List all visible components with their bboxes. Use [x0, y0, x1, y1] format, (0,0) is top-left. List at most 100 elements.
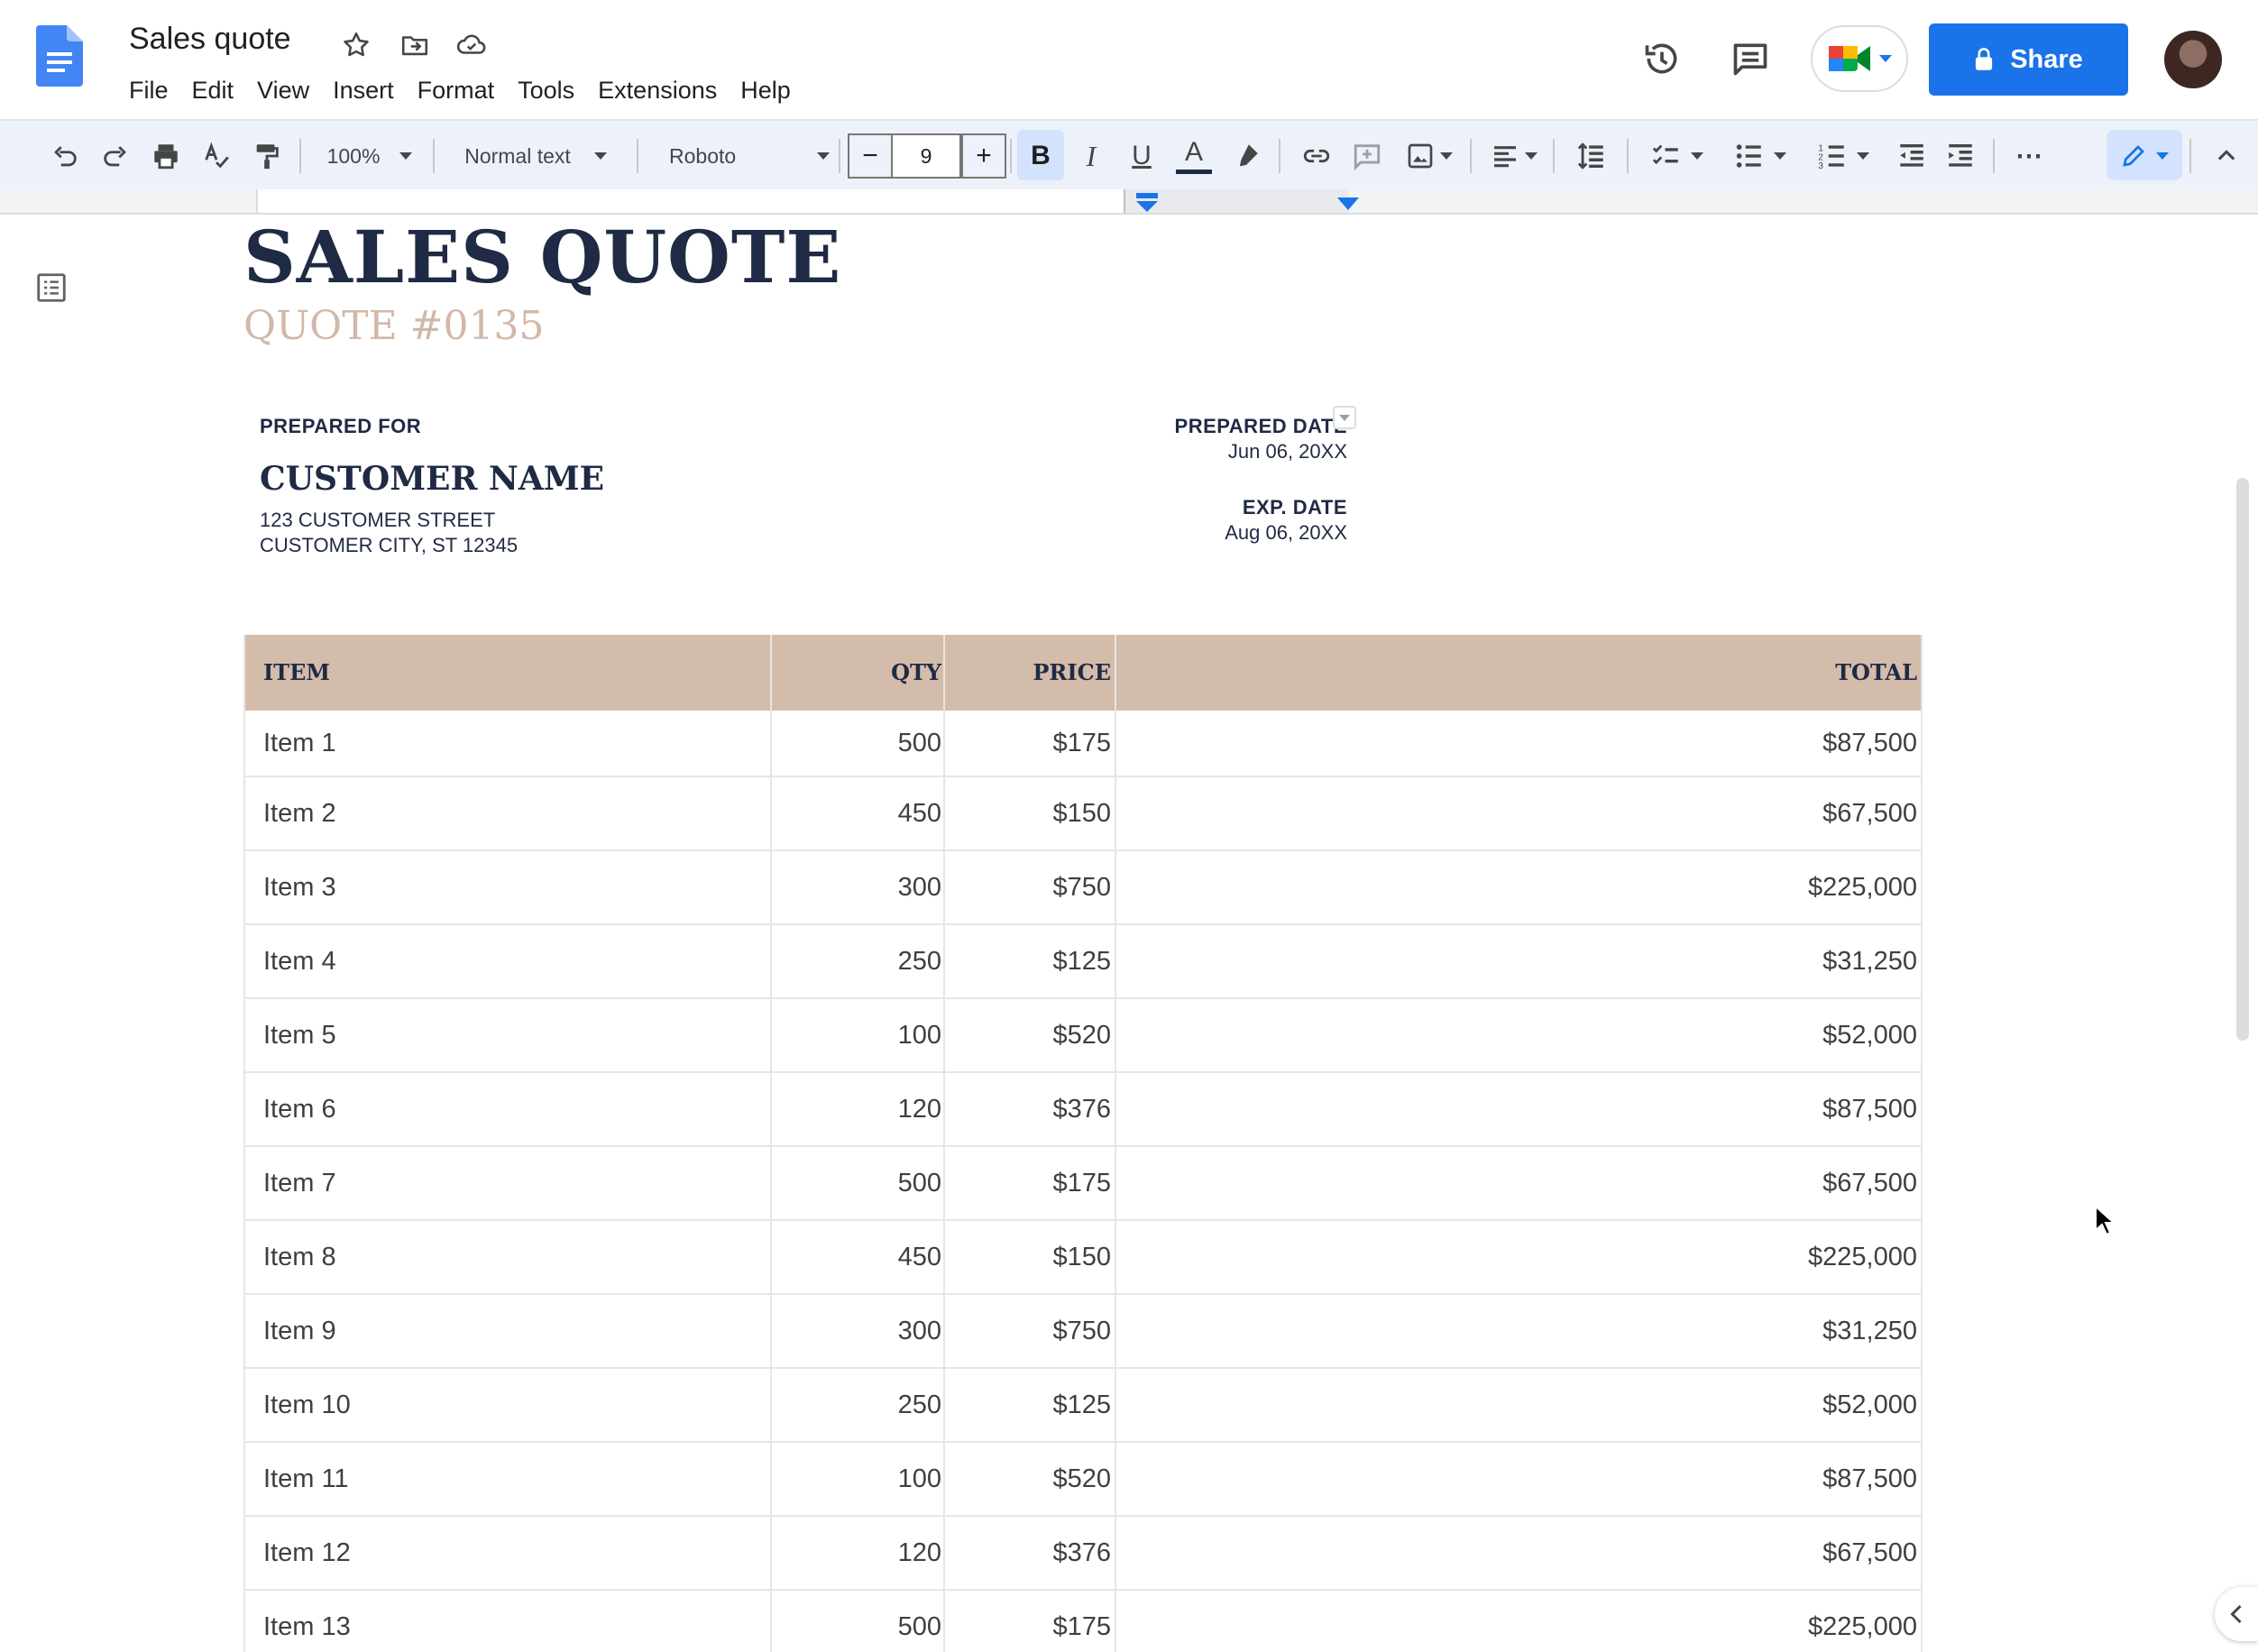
- image-icon[interactable]: [1398, 121, 1461, 191]
- numbered-list-icon[interactable]: 123: [1807, 121, 1879, 191]
- cell-total[interactable]: $87,500: [1822, 1464, 1917, 1494]
- cell-total[interactable]: $225,000: [1808, 873, 1917, 903]
- cell-item[interactable]: Item 8: [263, 1243, 336, 1272]
- cell-price[interactable]: $376: [1052, 1538, 1111, 1568]
- cell-price[interactable]: $175: [1052, 1612, 1111, 1642]
- table-row[interactable]: Item 10 250 $125 $52,000: [243, 1369, 1923, 1443]
- side-panel-toggle[interactable]: [2215, 1587, 2258, 1641]
- document-title[interactable]: Sales quote: [129, 22, 291, 57]
- table-row[interactable]: Item 2 450 $150 $67,500: [243, 777, 1923, 851]
- cell-qty[interactable]: 450: [898, 1243, 941, 1272]
- table-row[interactable]: Item 7 500 $175 $67,500: [243, 1147, 1923, 1221]
- cell-item[interactable]: Item 5: [263, 1021, 336, 1051]
- table-row[interactable]: Item 4 250 $125 $31,250: [243, 925, 1923, 999]
- exp-date-value[interactable]: Aug 06, 20XX: [1225, 521, 1347, 545]
- ruler[interactable]: [0, 189, 2258, 215]
- menu-help[interactable]: Help: [729, 72, 803, 108]
- cell-qty[interactable]: 100: [898, 1464, 941, 1494]
- paint-format-icon[interactable]: [247, 121, 287, 191]
- cell-qty[interactable]: 450: [898, 799, 941, 829]
- cell-item[interactable]: Item 4: [263, 947, 336, 977]
- cell-item[interactable]: Item 3: [263, 873, 336, 903]
- table-row[interactable]: Item 6 120 $376 $87,500: [243, 1073, 1923, 1147]
- collapse-toolbar-icon[interactable]: [2204, 121, 2249, 191]
- cell-item[interactable]: Item 11: [263, 1464, 349, 1494]
- link-icon[interactable]: [1293, 121, 1340, 191]
- cell-total[interactable]: $31,250: [1822, 947, 1917, 977]
- cell-qty[interactable]: 250: [898, 1390, 941, 1420]
- cell-qty[interactable]: 120: [898, 1538, 941, 1568]
- header-qty[interactable]: QTY: [891, 635, 941, 711]
- cell-total[interactable]: $67,500: [1822, 799, 1917, 829]
- prepared-date-label[interactable]: PREPARED DATE: [1175, 415, 1347, 438]
- text-color-button[interactable]: A: [1170, 121, 1217, 191]
- cell-qty[interactable]: 250: [898, 947, 941, 977]
- bullet-list-icon[interactable]: [1724, 121, 1796, 191]
- italic-button[interactable]: I: [1068, 121, 1115, 191]
- cell-total[interactable]: $67,500: [1822, 1538, 1917, 1568]
- vertical-scrollbar[interactable]: [2236, 478, 2249, 1041]
- document-heading[interactable]: SALES QUOTE: [243, 215, 841, 299]
- cell-qty[interactable]: 100: [898, 1021, 941, 1051]
- header-price[interactable]: PRICE: [1033, 635, 1111, 711]
- cell-qty[interactable]: 500: [898, 729, 941, 758]
- menu-edit[interactable]: Edit: [180, 72, 246, 108]
- prepared-date-value[interactable]: Jun 06, 20XX: [1228, 440, 1347, 463]
- table-row[interactable]: Item 9 300 $750 $31,250: [243, 1295, 1923, 1369]
- table-row[interactable]: Item 11 100 $520 $87,500: [243, 1443, 1923, 1517]
- prepared-for-label[interactable]: PREPARED FOR: [260, 415, 421, 438]
- dropdown-chip-icon[interactable]: [1333, 406, 1356, 429]
- share-button[interactable]: Share: [1929, 23, 2128, 96]
- menu-tools[interactable]: Tools: [506, 72, 586, 108]
- avatar[interactable]: [2164, 31, 2222, 88]
- cell-price[interactable]: $520: [1052, 1464, 1111, 1494]
- table-row[interactable]: Item 5 100 $520 $52,000: [243, 999, 1923, 1073]
- version-history-icon[interactable]: [1639, 36, 1684, 81]
- table-row[interactable]: Item 8 450 $150 $225,000: [243, 1221, 1923, 1295]
- cell-price[interactable]: $750: [1052, 873, 1111, 903]
- exp-date-label[interactable]: EXP. DATE: [1243, 496, 1347, 519]
- highlight-icon[interactable]: [1223, 121, 1270, 191]
- table-row[interactable]: Item 1 500 $175 $87,500: [243, 711, 1923, 777]
- quote-number[interactable]: QUOTE #0135: [243, 303, 545, 349]
- menu-insert[interactable]: Insert: [321, 72, 406, 108]
- document-page[interactable]: SALES QUOTE QUOTE #0135 PREPARED FOR CUS…: [0, 215, 2258, 1652]
- cell-total[interactable]: $225,000: [1808, 1243, 1917, 1272]
- font-select[interactable]: Roboto: [649, 121, 830, 191]
- cell-price[interactable]: $750: [1052, 1317, 1111, 1346]
- cell-item[interactable]: Item 2: [263, 799, 336, 829]
- cell-price[interactable]: $520: [1052, 1021, 1111, 1051]
- menu-format[interactable]: Format: [406, 72, 507, 108]
- cell-item[interactable]: Item 6: [263, 1095, 336, 1124]
- cell-item[interactable]: Item 10: [263, 1390, 351, 1420]
- checklist-icon[interactable]: [1641, 121, 1713, 191]
- header-total[interactable]: TOTAL: [1835, 635, 1917, 711]
- redo-icon[interactable]: [96, 121, 135, 191]
- cell-qty[interactable]: 120: [898, 1095, 941, 1124]
- cell-price[interactable]: $150: [1052, 1243, 1111, 1272]
- editing-mode-icon[interactable]: [2107, 121, 2182, 191]
- cell-total[interactable]: $67,500: [1822, 1169, 1917, 1198]
- decrease-font-size-button[interactable]: −: [848, 133, 893, 179]
- menu-file[interactable]: File: [117, 72, 180, 108]
- menu-view[interactable]: View: [245, 72, 321, 108]
- zoom-select[interactable]: 100%: [316, 121, 424, 191]
- cell-qty[interactable]: 500: [898, 1612, 941, 1642]
- comments-icon[interactable]: [1728, 36, 1773, 81]
- cell-item[interactable]: Item 1: [263, 729, 336, 758]
- cell-item[interactable]: Item 9: [263, 1317, 336, 1346]
- outline-icon[interactable]: [34, 271, 69, 305]
- undo-icon[interactable]: [45, 121, 85, 191]
- cell-total[interactable]: $87,500: [1822, 1095, 1917, 1124]
- cell-item[interactable]: Item 7: [263, 1169, 336, 1198]
- cell-total[interactable]: $225,000: [1808, 1612, 1917, 1642]
- customer-name[interactable]: CUSTOMER NAME: [260, 460, 604, 498]
- meet-button[interactable]: [1811, 25, 1908, 92]
- bold-button[interactable]: B: [1017, 121, 1064, 191]
- cell-price[interactable]: $175: [1052, 1169, 1111, 1198]
- print-icon[interactable]: [146, 121, 186, 191]
- move-folder-icon[interactable]: [397, 27, 433, 63]
- docs-logo-icon[interactable]: [36, 25, 83, 87]
- increase-indent-icon[interactable]: [1937, 121, 1984, 191]
- cell-item[interactable]: Item 13: [263, 1612, 351, 1642]
